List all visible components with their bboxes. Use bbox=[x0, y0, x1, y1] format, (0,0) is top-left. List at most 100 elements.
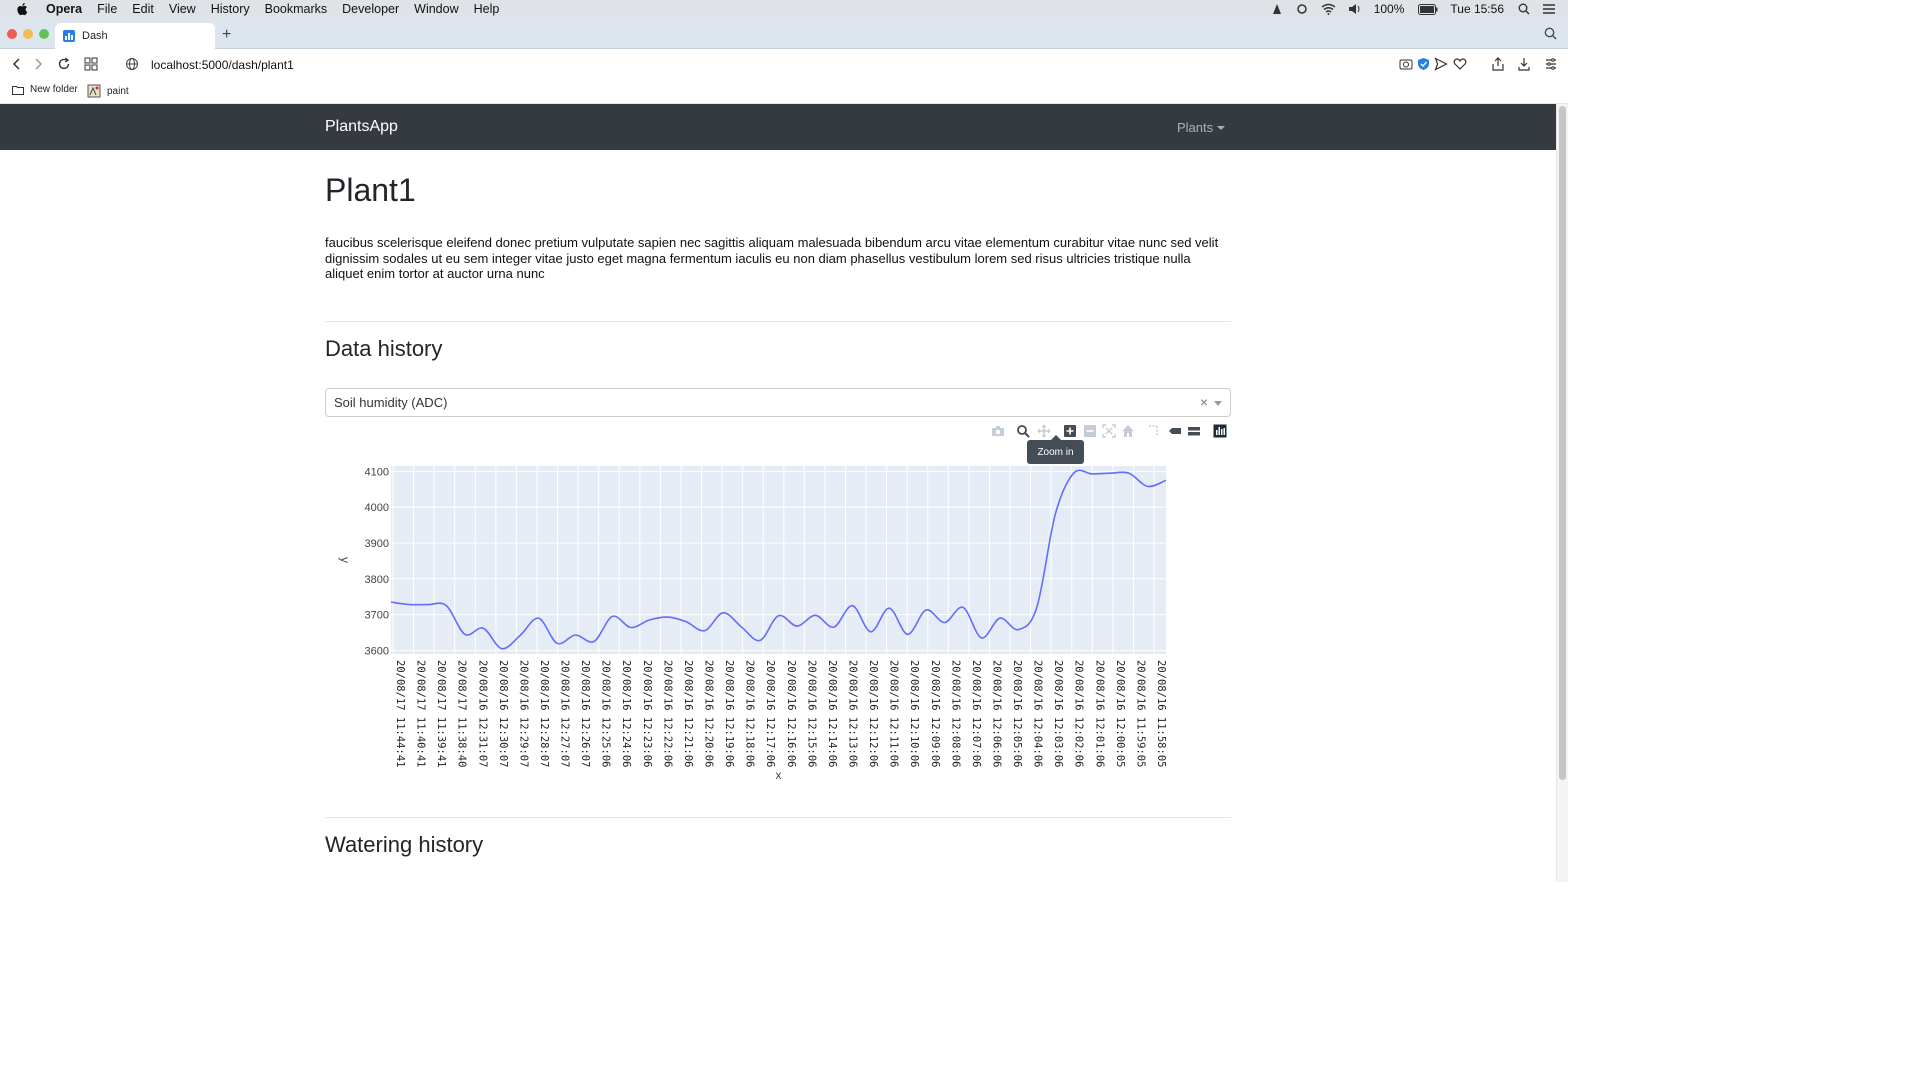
url-field[interactable]: localhost:5000/dash/plant1 bbox=[151, 58, 294, 72]
hover-compare-icon[interactable] bbox=[1187, 424, 1201, 438]
tab-title: Dash bbox=[82, 30, 108, 42]
minimize-window-button[interactable] bbox=[23, 29, 33, 39]
x-tick-label: 20/08/16 12:10:06 bbox=[908, 660, 920, 767]
easy-setup-icon[interactable] bbox=[1544, 57, 1558, 71]
reset-axes-icon[interactable] bbox=[1121, 424, 1135, 438]
x-tick-label: 20/08/16 12:19:06 bbox=[723, 660, 735, 767]
heart-icon[interactable] bbox=[1453, 57, 1467, 71]
x-tick-label: 20/08/16 12:25:06 bbox=[600, 660, 612, 767]
x-tick-label: 20/08/16 12:08:06 bbox=[949, 660, 961, 767]
page-viewport: PlantsApp Plants Plant1 faucibus sceleri… bbox=[0, 104, 1556, 882]
caret-down-icon bbox=[1217, 126, 1226, 130]
zoom-in-icon[interactable] bbox=[1063, 424, 1077, 438]
scrollbar-thumb[interactable] bbox=[1559, 106, 1566, 780]
forward-icon[interactable] bbox=[32, 57, 44, 71]
menu-history[interactable]: History bbox=[211, 2, 250, 16]
globe-icon bbox=[126, 58, 138, 70]
x-tick-label: 20/08/16 12:03:06 bbox=[1052, 660, 1064, 767]
bookmarks-bar: New folder paint bbox=[0, 80, 1568, 104]
speed-dial-icon[interactable] bbox=[84, 57, 98, 71]
share-icon[interactable] bbox=[1491, 57, 1505, 71]
menu-bookmarks[interactable]: Bookmarks bbox=[265, 2, 328, 16]
x-tick-label: 20/08/16 12:30:07 bbox=[497, 660, 509, 767]
x-tick-label: 20/08/17 11:39:41 bbox=[435, 660, 447, 767]
clear-icon[interactable]: × bbox=[1200, 394, 1208, 410]
x-tick-label: 20/08/16 12:09:06 bbox=[929, 660, 941, 767]
browser-tab-strip: Dash + bbox=[0, 18, 1568, 49]
download-icon[interactable] bbox=[1517, 57, 1531, 71]
close-window-button[interactable] bbox=[7, 29, 17, 39]
bookmark-new-folder[interactable]: New folder bbox=[12, 84, 78, 95]
menu-view[interactable]: View bbox=[169, 2, 196, 16]
x-tick-label: 20/08/16 12:05:06 bbox=[1011, 660, 1023, 767]
apple-icon[interactable] bbox=[16, 2, 30, 16]
app-brand[interactable]: PlantsApp bbox=[325, 118, 398, 136]
x-tick-label: 20/08/16 12:01:06 bbox=[1093, 660, 1105, 767]
reload-icon[interactable] bbox=[57, 57, 71, 71]
paint-icon bbox=[87, 84, 101, 98]
folder-icon bbox=[12, 85, 24, 95]
snapshot-icon[interactable] bbox=[1399, 57, 1413, 71]
metric-select-value: Soil humidity (ADC) bbox=[334, 395, 448, 410]
x-tick-label: 20/08/17 11:38:40 bbox=[456, 660, 468, 767]
dash-favicon-icon bbox=[63, 30, 75, 42]
wifi-icon[interactable] bbox=[1321, 3, 1336, 15]
plot-area[interactable] bbox=[391, 466, 1166, 654]
browser-tab[interactable]: Dash bbox=[55, 23, 215, 49]
tab-search-icon[interactable] bbox=[1544, 27, 1557, 40]
app-navbar: PlantsApp Plants bbox=[0, 104, 1556, 150]
x-tick-label: 20/08/16 12:20:06 bbox=[703, 660, 715, 767]
battery-percent: 100% bbox=[1373, 2, 1405, 16]
x-tick-label: 20/08/16 12:15:06 bbox=[805, 660, 817, 767]
menu-edit[interactable]: Edit bbox=[132, 2, 154, 16]
y-tick-label: 4100 bbox=[365, 466, 389, 478]
maximize-window-button[interactable] bbox=[39, 29, 49, 39]
x-tick-labels: 20/08/17 11:44:41 20/08/17 11:40:41 20/08/… bbox=[394, 660, 1167, 767]
bookmark-paint[interactable]: paint bbox=[87, 84, 129, 98]
x-tick-label: 20/08/16 12:27:07 bbox=[559, 660, 571, 767]
control-center-icon[interactable] bbox=[1542, 3, 1556, 15]
battery-icon[interactable] bbox=[1418, 3, 1438, 15]
vlc-icon[interactable] bbox=[1271, 3, 1283, 15]
x-tick-label: 20/08/16 12:28:07 bbox=[538, 660, 550, 767]
data-history-heading: Data history bbox=[325, 336, 443, 361]
autoscale-icon[interactable] bbox=[1102, 424, 1116, 438]
plotly-logo-icon[interactable] bbox=[1213, 424, 1227, 438]
new-tab-icon[interactable]: + bbox=[222, 26, 231, 44]
back-icon[interactable] bbox=[11, 57, 23, 71]
clock[interactable]: Tue 15:56 bbox=[1450, 2, 1504, 16]
bookmark-label: New folder bbox=[30, 84, 78, 95]
x-tick-label: 20/08/16 12:31:07 bbox=[476, 660, 488, 767]
pan-icon[interactable] bbox=[1037, 424, 1051, 438]
plants-dropdown[interactable]: Plants bbox=[1177, 120, 1226, 135]
x-tick-label: 20/08/16 12:22:06 bbox=[661, 660, 673, 767]
camera-icon[interactable] bbox=[991, 424, 1005, 438]
send-icon[interactable] bbox=[1434, 57, 1448, 71]
zoom-icon[interactable] bbox=[1016, 424, 1030, 438]
menu-help[interactable]: Help bbox=[474, 2, 500, 16]
plant-description: faucibus scelerisque eleifend donec pret… bbox=[325, 235, 1219, 281]
menu-developer[interactable]: Developer bbox=[342, 2, 399, 16]
x-tick-label: 20/08/17 11:44:41 bbox=[394, 660, 406, 767]
page-scrollbar[interactable] bbox=[1556, 104, 1568, 882]
x-tick-label: 20/08/16 12:02:06 bbox=[1073, 660, 1085, 767]
menu-app-name[interactable]: Opera bbox=[46, 2, 82, 16]
sync-icon[interactable] bbox=[1295, 3, 1309, 15]
zoom-out-icon[interactable] bbox=[1083, 424, 1097, 438]
x-axis-label: x bbox=[776, 768, 782, 782]
volume-icon[interactable] bbox=[1348, 3, 1362, 15]
adblock-shield-icon[interactable] bbox=[1417, 57, 1430, 71]
y-tick-labels: 3600 3700 3800 3900 4000 4100 bbox=[365, 466, 389, 657]
menu-window[interactable]: Window bbox=[414, 2, 458, 16]
soil-humidity-chart[interactable]: 3600 3700 3800 3900 4000 4100 20/08/17 11:44:… bbox=[325, 456, 1231, 786]
hover-closest-icon[interactable] bbox=[1168, 424, 1182, 438]
menu-file[interactable]: File bbox=[97, 2, 117, 16]
x-tick-label: 20/08/16 12:14:06 bbox=[826, 660, 838, 767]
spike-lines-icon[interactable] bbox=[1146, 424, 1160, 438]
address-bar: localhost:5000/dash/plant1 bbox=[0, 49, 1568, 80]
spotlight-icon[interactable] bbox=[1518, 3, 1530, 15]
divider bbox=[325, 817, 1231, 818]
metric-select[interactable]: Soil humidity (ADC) × bbox=[325, 388, 1231, 417]
x-tick-label: 20/08/16 12:17:06 bbox=[764, 660, 776, 767]
chevron-down-icon[interactable] bbox=[1214, 401, 1222, 406]
